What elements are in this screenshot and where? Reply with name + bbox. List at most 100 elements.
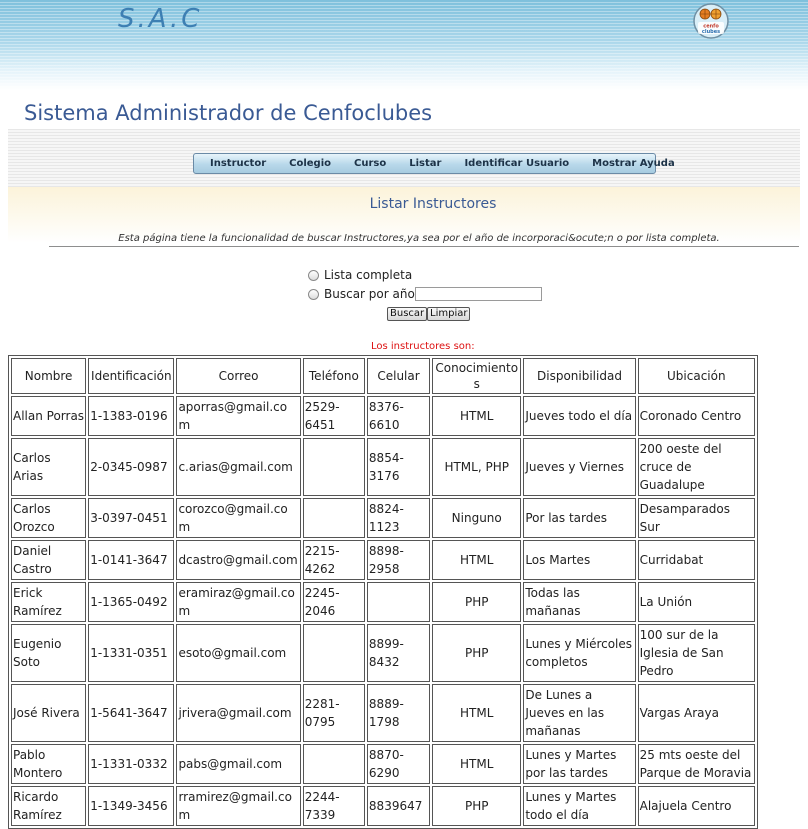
table-cell: jrivera@gmail.com [176, 684, 301, 742]
table-cell [302, 498, 365, 538]
table-cell: PHP [432, 786, 522, 826]
table-cell [302, 438, 365, 496]
table-cell: 1-0141-3647 [88, 540, 175, 580]
table-header-row: Nombre Identificación Correo Teléfono Ce… [11, 358, 755, 394]
table-cell: 8376-6610 [366, 396, 431, 436]
table-cell: rramirez@gmail.com [176, 786, 301, 826]
table-cell: 1-1331-0351 [88, 624, 175, 682]
menu-item-listar[interactable]: Listar [409, 158, 441, 169]
results-label: Los instructores son: [371, 341, 475, 352]
table-cell: José Rivera [11, 684, 87, 742]
menu-item-mostrar-ayuda[interactable]: Mostrar Ayuda [592, 158, 675, 169]
table-cell: Daniel Castro [11, 540, 87, 580]
option-by-year: Buscar por año [308, 287, 542, 301]
table-cell: Desamparados Sur [637, 498, 755, 538]
table-cell: HTML, PHP [432, 438, 522, 496]
table-cell: Allan Porras [11, 396, 87, 436]
table-cell: Lunes y Martes por las tardes [523, 744, 636, 784]
table-cell: 8839647 [366, 786, 431, 826]
brand-title: S.A.C [118, 4, 203, 34]
column-header: Celular [366, 358, 431, 394]
table-cell: 25 mts oeste del Parque de Moravia [637, 744, 755, 784]
table-cell [366, 582, 431, 622]
table-cell: Erick Ramírez [11, 582, 87, 622]
table-cell: 8854-3176 [366, 438, 431, 496]
table-cell: 2245-2046 [302, 582, 365, 622]
table-row: Allan Porras 1-1383-0196 aporras@gmail.com… [11, 396, 755, 436]
table-cell: Los Martes [523, 540, 636, 580]
table-cell: 8870-6290 [366, 744, 431, 784]
table-cell: c.arias@gmail.com [176, 438, 301, 496]
option-by-year-label: Buscar por año [324, 287, 415, 301]
table-row: Erick Ramírez 1-1365-0492 eramiraz@gmail.c… [11, 582, 755, 622]
table-cell: Todas las mañanas [523, 582, 636, 622]
menu-item-instructor[interactable]: Instructor [210, 158, 266, 169]
table-row: Carlos Arias 2-0345-0987 c.arias@gmail.com… [11, 438, 755, 496]
column-header: Identificación [88, 358, 175, 394]
table-cell: Ricardo Ramírez [11, 786, 87, 826]
column-header: Correo [176, 358, 301, 394]
page-title: Sistema Administrador de Cenfoclubes [24, 101, 433, 125]
table-cell: 2-0345-0987 [88, 438, 175, 496]
table-cell: 8824-1123 [366, 498, 431, 538]
table-cell: 1-5641-3647 [88, 684, 175, 742]
table-row: Daniel Castro 1-0141-3647 dcastro@gmail.co… [11, 540, 755, 580]
table-cell: Coronado Centro [637, 396, 755, 436]
menu-item-curso[interactable]: Curso [354, 158, 386, 169]
table-cell: eramiraz@gmail.com [176, 582, 301, 622]
column-header: Ubicación [637, 358, 755, 394]
table-cell: HTML [432, 396, 522, 436]
table-cell: Carlos Arias [11, 438, 87, 496]
table-cell: 8899-8432 [366, 624, 431, 682]
column-header: Nombre [11, 358, 87, 394]
table-cell: dcastro@gmail.com [176, 540, 301, 580]
table-cell: 1-1331-0332 [88, 744, 175, 784]
menu-item-colegio[interactable]: Colegio [289, 158, 331, 169]
table-cell: Alajuela Centro [637, 786, 755, 826]
table-cell: Pablo Montero [11, 744, 87, 784]
table-cell: aporras@gmail.com [176, 396, 301, 436]
table-cell: Lunes y Martes todo el día [523, 786, 636, 826]
table-cell: De Lunes a Jueves en las mañanas [523, 684, 636, 742]
table-cell: Vargas Araya [637, 684, 755, 742]
table-cell: 2281-0795 [302, 684, 365, 742]
table-cell: Ninguno [432, 498, 522, 538]
table-cell: Curridabat [637, 540, 755, 580]
table-cell: HTML [432, 540, 522, 580]
table-cell: HTML [432, 684, 522, 742]
table-cell: 200 oeste del cruce de Guadalupe [637, 438, 755, 496]
table-cell: Jueves y Viernes [523, 438, 636, 496]
table-cell [302, 624, 365, 682]
divider [49, 246, 799, 247]
table-cell: pabs@gmail.com [176, 744, 301, 784]
page-description: Esta página tiene la funcionalidad de bu… [118, 233, 720, 244]
table-cell: HTML [432, 744, 522, 784]
table-cell [302, 744, 365, 784]
search-button[interactable]: Buscar [387, 307, 428, 321]
year-input[interactable] [414, 287, 542, 301]
table-cell: Lunes y Miércoles completos [523, 624, 636, 682]
table-row: José Rivera 1-5641-3647 jrivera@gmail.com 2… [11, 684, 755, 742]
clear-button[interactable]: Limpiar [427, 307, 471, 321]
table-cell: 100 sur de la Iglesia de San Pedro [637, 624, 755, 682]
radio-full-list[interactable] [308, 269, 319, 281]
table-cell: 2529-6451 [302, 396, 365, 436]
svg-text:clubes: clubes [702, 29, 720, 35]
table-cell: 3-0397-0451 [88, 498, 175, 538]
instructors-table: Nombre Identificación Correo Teléfono Ce… [8, 355, 758, 829]
column-header: Disponibilidad [523, 358, 636, 394]
table-cell: corozco@gmail.com [176, 498, 301, 538]
table-cell: 2244-7339 [302, 786, 365, 826]
radio-by-year[interactable] [308, 288, 319, 300]
table-cell: Por las tardes [523, 498, 636, 538]
column-header: Conocimientos [432, 358, 522, 394]
table-cell: Jueves todo el día [523, 396, 636, 436]
table-cell: esoto@gmail.com [176, 624, 301, 682]
cenfoclubes-logo[interactable]: cenfo clubes [691, 2, 731, 40]
main-menu: Instructor Colegio Curso Listar Identifi… [193, 153, 675, 174]
table-cell: Eugenio Soto [11, 624, 87, 682]
table-cell: Carlos Orozco [11, 498, 87, 538]
table-cell: PHP [432, 624, 522, 682]
table-cell: PHP [432, 582, 522, 622]
menu-item-identificar-usuario[interactable]: Identificar Usuario [464, 158, 569, 169]
